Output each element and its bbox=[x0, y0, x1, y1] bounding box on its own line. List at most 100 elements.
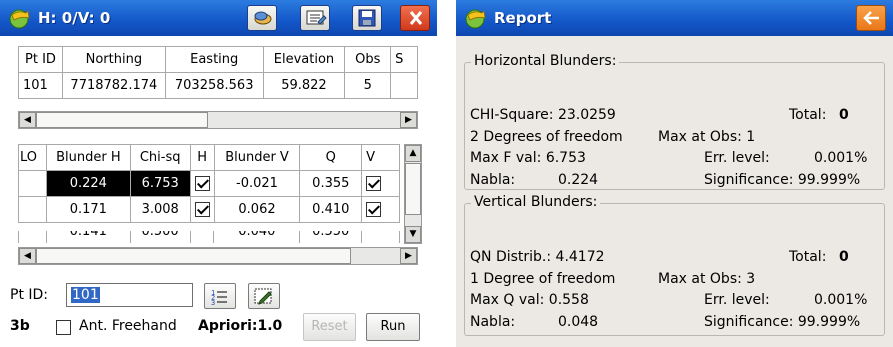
table-cell[interactable] bbox=[18, 170, 47, 197]
scroll-thumb[interactable] bbox=[36, 248, 351, 264]
pt-id-label: Pt ID: bbox=[10, 287, 49, 303]
close-button[interactable] bbox=[400, 5, 430, 31]
pt-id-input[interactable]: 101 bbox=[66, 283, 193, 307]
scroll-thumb[interactable] bbox=[36, 112, 208, 128]
column-header[interactable]: Chi-sq bbox=[129, 144, 191, 171]
list-edit-button[interactable] bbox=[300, 5, 330, 31]
column-header[interactable]: Easting bbox=[164, 46, 264, 73]
run-button[interactable]: Run bbox=[366, 313, 420, 341]
scroll-down-arrow-icon[interactable]: ▼ bbox=[405, 226, 421, 243]
table-cell[interactable]: 0.500 bbox=[129, 231, 191, 243]
h-nabla-value: 0.224 bbox=[558, 172, 599, 188]
title-bar: Report bbox=[456, 0, 893, 36]
h-err-level-value: 0.001% bbox=[814, 150, 868, 166]
scroll-left-arrow-icon[interactable]: ◀ bbox=[19, 112, 36, 128]
table-cell[interactable] bbox=[18, 231, 47, 243]
qn-distrib-value: QN Distrib.: 4.4172 bbox=[470, 249, 605, 265]
v-checkbox[interactable] bbox=[366, 202, 382, 217]
table-cell[interactable] bbox=[361, 196, 400, 223]
blunder-table-overflow: 0.141 0.500 0.040 0.550 bbox=[18, 231, 400, 243]
table-cell[interactable]: 7718782.174 bbox=[61, 72, 166, 99]
table-cell[interactable]: 5 bbox=[344, 72, 392, 99]
column-header[interactable]: V bbox=[361, 144, 400, 171]
column-header[interactable]: H bbox=[189, 144, 215, 171]
apriori-label: Apriori:1.0 bbox=[198, 318, 283, 334]
table-cell[interactable] bbox=[18, 196, 47, 223]
table-cell[interactable]: 0.355 bbox=[299, 170, 363, 197]
column-header[interactable]: Northing bbox=[61, 46, 166, 73]
scroll-right-arrow-icon[interactable]: ▶ bbox=[400, 112, 417, 128]
column-header[interactable]: Q bbox=[299, 144, 363, 171]
v-nabla-value: 0.048 bbox=[558, 314, 599, 330]
list-icon: 1 2 3 bbox=[211, 289, 227, 307]
table-cell[interactable]: 0.550 bbox=[299, 231, 363, 243]
column-header[interactable]: Obs bbox=[344, 46, 392, 73]
v-total-value: 0 bbox=[839, 249, 849, 265]
ant-freehand-checkbox[interactable] bbox=[56, 320, 71, 335]
max-q-val: Max Q val: 0.558 bbox=[470, 292, 589, 308]
column-header[interactable]: LO bbox=[18, 144, 47, 171]
blunder-table-vscrollbar[interactable]: ▲ ▼ bbox=[404, 144, 422, 244]
table-cell[interactable]: 0.224 bbox=[45, 170, 131, 197]
save-button[interactable] bbox=[352, 5, 382, 31]
v-degrees-of-freedom: 1 Degree of freedom bbox=[470, 271, 616, 287]
column-header[interactable]: Pt ID bbox=[18, 46, 63, 73]
list-edit-icon bbox=[306, 10, 327, 25]
table-row-clipped[interactable]: 0.141 0.500 0.040 0.550 bbox=[18, 231, 400, 243]
table-cell[interactable]: 3.008 bbox=[129, 196, 191, 223]
table-cell[interactable]: -0.021 bbox=[213, 170, 301, 197]
svg-text:3: 3 bbox=[211, 299, 215, 307]
group-title: Vertical Blunders: bbox=[471, 194, 601, 210]
ant-freehand-label[interactable]: Ant. Freehand bbox=[79, 318, 177, 334]
scroll-thumb[interactable] bbox=[405, 163, 421, 215]
table-cell[interactable] bbox=[189, 170, 215, 197]
table-cell[interactable]: 0.171 bbox=[45, 196, 131, 223]
v-significance: Significance: 99.999% bbox=[704, 314, 861, 330]
app-icon bbox=[465, 9, 486, 29]
column-header[interactable]: Blunder H bbox=[45, 144, 131, 171]
blunder-table-hscrollbar[interactable]: ◀ ▶ bbox=[18, 247, 418, 265]
scroll-right-arrow-icon[interactable]: ▶ bbox=[400, 248, 417, 264]
table-cell[interactable]: 0.141 bbox=[45, 231, 131, 243]
layers-button[interactable] bbox=[247, 5, 277, 31]
report-panel: Report Horizontal Blunders: CHI-Square: … bbox=[456, 0, 893, 347]
table-cell[interactable]: 0.410 bbox=[299, 196, 363, 223]
h-checkbox[interactable] bbox=[194, 176, 210, 191]
table-row[interactable]: 0.171 3.008 0.062 0.410 bbox=[18, 196, 400, 223]
edit-button[interactable] bbox=[248, 283, 280, 309]
column-header[interactable]: S bbox=[390, 46, 418, 73]
table-cell[interactable] bbox=[361, 170, 400, 197]
table-row[interactable]: 0.224 6.753 -0.021 0.355 bbox=[18, 170, 400, 197]
h-nabla-label: Nabla: bbox=[470, 172, 516, 188]
table-cell[interactable]: 0.040 bbox=[213, 231, 301, 243]
v-err-level-label: Err. level: bbox=[704, 292, 770, 308]
report-title: Report bbox=[494, 9, 552, 27]
column-header[interactable]: Elevation bbox=[262, 46, 346, 73]
back-arrow-icon bbox=[863, 11, 879, 25]
scroll-up-arrow-icon[interactable]: ▲ bbox=[405, 145, 421, 162]
h-significance: Significance: 99.999% bbox=[704, 172, 861, 188]
table-cell[interactable] bbox=[189, 196, 215, 223]
table-cell[interactable] bbox=[390, 72, 418, 99]
h-checkbox[interactable] bbox=[194, 202, 210, 217]
table-cell[interactable]: 59.822 bbox=[262, 72, 346, 99]
table-cell[interactable]: 703258.563 bbox=[164, 72, 264, 99]
point-table: Pt ID Northing Easting Elevation Obs S 1… bbox=[18, 46, 418, 99]
point-table-hscrollbar[interactable]: ◀ ▶ bbox=[18, 111, 418, 129]
h-total-label: Total: bbox=[789, 107, 827, 123]
table-cell[interactable] bbox=[361, 231, 400, 243]
table-cell[interactable]: 6.753 bbox=[129, 170, 191, 197]
max-f-val: Max F val: 6.753 bbox=[470, 150, 586, 166]
table-row[interactable]: 0.141 0.500 0.040 0.550 bbox=[18, 231, 400, 243]
reset-button[interactable]: Reset bbox=[303, 313, 356, 341]
column-header[interactable]: Blunder V bbox=[213, 144, 301, 171]
table-cell[interactable] bbox=[189, 231, 215, 243]
table-cell[interactable]: 0.062 bbox=[213, 196, 301, 223]
v-checkbox[interactable] bbox=[366, 176, 382, 191]
table-cell[interactable]: 101 bbox=[18, 72, 63, 99]
list-button[interactable]: 1 2 3 bbox=[204, 283, 236, 309]
back-button[interactable] bbox=[856, 5, 886, 31]
scroll-left-arrow-icon[interactable]: ◀ bbox=[19, 248, 36, 264]
table-row[interactable]: 101 7718782.174 703258.563 59.822 5 bbox=[18, 72, 418, 99]
blunder-detection-panel: H: 0/V: 0 Pt ID Northing Easting Elevati… bbox=[0, 0, 437, 347]
